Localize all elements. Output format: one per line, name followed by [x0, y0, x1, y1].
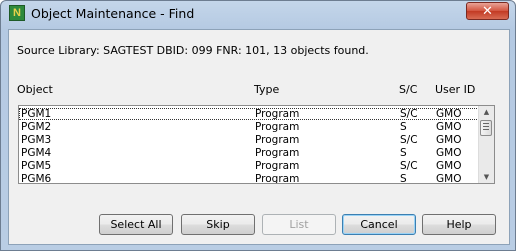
column-header-object: Object — [17, 83, 53, 96]
object-type: Program — [255, 121, 300, 133]
object-sc: S/C — [400, 134, 418, 146]
list-item[interactable]: PGM4 Program S GMO — [19, 147, 481, 159]
list-item[interactable]: PGM6 Program S GMO — [19, 173, 481, 184]
list-item[interactable]: PGM5 Program S/C GMO — [19, 160, 481, 172]
object-user: GMO — [436, 147, 462, 159]
object-sc: S — [400, 173, 407, 184]
scroll-down-arrow-icon[interactable]: ▼ — [479, 171, 494, 183]
window-title: Object Maintenance - Find — [31, 6, 195, 21]
dialog-window: N Object Maintenance - Find ✕ Source Lib… — [0, 0, 516, 251]
status-text: Source Library: SAGTEST DBID: 099 FNR: 1… — [17, 44, 369, 57]
object-name: PGM4 — [21, 147, 52, 159]
object-user: GMO — [436, 173, 462, 184]
object-type: Program — [255, 160, 300, 172]
help-button[interactable]: Help — [422, 214, 496, 235]
title-bar[interactable]: N Object Maintenance - Find ✕ — [1, 1, 515, 28]
column-header-user-id: User ID — [435, 83, 476, 96]
object-name: PGM1 — [21, 108, 52, 120]
select-all-button[interactable]: Select All — [99, 214, 173, 235]
close-button[interactable]: ✕ — [466, 2, 509, 20]
object-name: PGM3 — [21, 134, 52, 146]
column-header-type: Type — [254, 83, 280, 96]
object-name: PGM2 — [21, 121, 52, 133]
object-user: GMO — [436, 108, 462, 120]
list-item[interactable]: PGM2 Program S GMO — [19, 121, 481, 133]
object-type: Program — [255, 173, 300, 184]
object-sc: S/C — [400, 108, 418, 120]
object-user: GMO — [436, 134, 462, 146]
skip-button[interactable]: Skip — [181, 214, 255, 235]
object-user: GMO — [436, 160, 462, 172]
scrollbar-thumb[interactable] — [480, 120, 492, 136]
dialog-client-area: Source Library: SAGTEST DBID: 099 FNR: 1… — [8, 29, 510, 245]
list-button[interactable]: List — [262, 214, 336, 235]
object-sc: S — [400, 147, 407, 159]
vertical-scrollbar[interactable]: ▲ ▼ — [478, 106, 494, 183]
list-item[interactable]: PGM3 Program S/C GMO — [19, 134, 481, 146]
object-sc: S — [400, 121, 407, 133]
object-name: PGM5 — [21, 160, 52, 172]
object-type: Program — [255, 134, 300, 146]
object-type: Program — [255, 147, 300, 159]
object-sc: S/C — [400, 160, 418, 172]
scroll-up-arrow-icon[interactable]: ▲ — [479, 106, 494, 118]
list-item[interactable]: PGM1 Program S/C GMO — [19, 108, 481, 120]
cancel-button[interactable]: Cancel — [342, 214, 416, 235]
object-user: GMO — [436, 121, 462, 133]
natural-app-icon: N — [9, 5, 25, 21]
object-type: Program — [255, 108, 300, 120]
column-header-sc: S/C — [399, 83, 418, 96]
object-name: PGM6 — [21, 173, 52, 184]
object-list[interactable]: PGM1 Program S/C GMO PGM2 Program S GMO … — [18, 105, 495, 184]
